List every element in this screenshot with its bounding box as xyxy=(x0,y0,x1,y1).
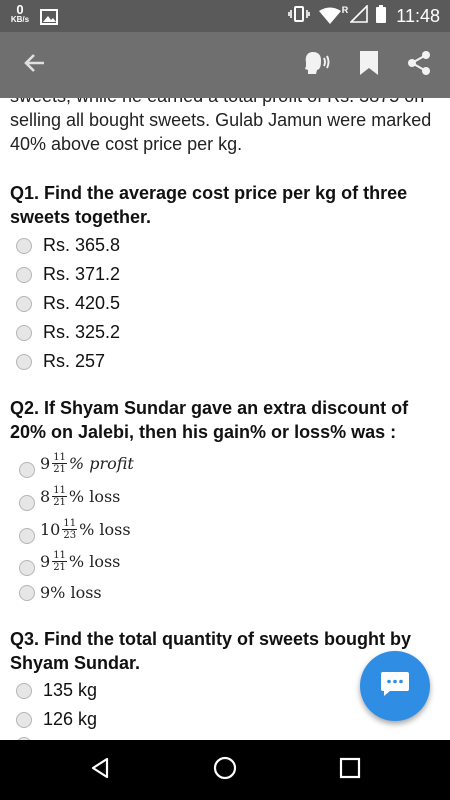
option-label: 126 kg xyxy=(43,709,98,729)
app-bar xyxy=(0,32,450,98)
radio-button[interactable] xyxy=(16,682,32,699)
option-whole: 8 xyxy=(40,486,51,506)
nav-back-icon xyxy=(88,756,112,785)
roaming-label: R xyxy=(341,5,349,15)
option-label: 9 11 21 % loss xyxy=(40,550,120,573)
fraction-denominator: 23 xyxy=(63,529,77,541)
q2-option-5[interactable]: 9% loss xyxy=(19,583,102,602)
radio-button[interactable] xyxy=(16,295,32,312)
fraction-numerator: 11 xyxy=(62,517,78,530)
wifi-icon: R xyxy=(318,5,348,25)
option-label: 10 11 23 % loss xyxy=(40,518,131,541)
q2-option-3[interactable]: 10 11 23 % loss xyxy=(19,514,131,544)
q1-option-3[interactable]: Rs. 420.5 xyxy=(16,293,120,314)
network-speed: 0 KB/s xyxy=(9,3,31,24)
fraction-denominator: 21 xyxy=(53,496,66,508)
fraction-numerator: 11 xyxy=(52,484,67,497)
radio-button[interactable] xyxy=(19,584,35,601)
radio-button[interactable] xyxy=(19,495,35,511)
option-label: Rs. 365.8 xyxy=(43,235,121,255)
option-label: Rs. 371.2 xyxy=(43,264,121,284)
radio-button[interactable] xyxy=(19,528,35,544)
navigation-bar xyxy=(0,740,450,800)
radio-button[interactable] xyxy=(19,560,35,576)
speak-button[interactable] xyxy=(296,32,342,98)
fraction-numerator: 11 xyxy=(52,451,67,464)
option-fraction: 11 21 xyxy=(52,550,67,573)
option-label: Rs. 325.2 xyxy=(43,322,121,342)
clock: 11:48 xyxy=(396,5,440,26)
chat-fab-button[interactable] xyxy=(360,651,430,721)
option-label: Rs. 257 xyxy=(43,351,106,371)
radio-button[interactable] xyxy=(16,237,32,254)
option-label: 135 kg xyxy=(43,680,98,700)
q2-option-4[interactable]: 9 11 21 % loss xyxy=(19,546,120,576)
nav-home-button[interactable] xyxy=(195,740,255,800)
option-label: 9 11 21 % profit xyxy=(40,452,134,475)
option-whole: 10 xyxy=(40,519,61,539)
q1-option-4[interactable]: Rs. 325.2 xyxy=(16,322,120,343)
radio-button[interactable] xyxy=(16,711,32,728)
nav-home-icon xyxy=(212,755,238,786)
radio-button[interactable] xyxy=(16,353,32,370)
nav-back-button[interactable] xyxy=(70,740,130,800)
speak-icon xyxy=(304,50,334,81)
q3-option-1[interactable]: 135 kg xyxy=(16,680,97,701)
option-label: 9% loss xyxy=(40,583,102,602)
status-bar: 0 KB/s R 11:48 xyxy=(0,0,450,32)
option-whole: 9 xyxy=(40,551,51,571)
question-2: Q2. If Shyam Sundar gave an extra discou… xyxy=(10,398,409,442)
q2-option-2[interactable]: 8 11 21 % loss xyxy=(19,481,120,511)
signal-icon xyxy=(349,3,369,28)
q1-option-5[interactable]: Rs. 257 xyxy=(16,351,105,372)
radio-button[interactable] xyxy=(16,266,32,283)
q2-option-1[interactable]: 9 11 21 % profit xyxy=(19,448,134,478)
option-suffix: % loss xyxy=(68,486,121,506)
fraction-denominator: 21 xyxy=(53,561,66,573)
option-suffix: % loss xyxy=(79,519,131,539)
chat-icon xyxy=(380,670,410,703)
back-button[interactable] xyxy=(12,32,58,98)
back-arrow-icon xyxy=(23,51,47,80)
bookmark-button[interactable] xyxy=(346,32,392,98)
option-label: Rs. 420.5 xyxy=(43,293,121,313)
nav-recents-button[interactable] xyxy=(320,740,380,800)
battery-icon xyxy=(376,4,387,28)
option-fraction: 11 21 xyxy=(52,485,67,508)
content-area[interactable]: sweets, while he earned a total profit o… xyxy=(0,98,450,740)
q1-option-1[interactable]: Rs. 365.8 xyxy=(16,235,120,256)
question-1: Q1. Find the average cost price per kg o… xyxy=(10,183,408,227)
intro-paragraph: sweets, while he earned a total profit o… xyxy=(10,98,432,154)
radio-button[interactable] xyxy=(19,462,35,478)
share-button[interactable] xyxy=(396,32,442,98)
option-fraction: 11 23 xyxy=(62,517,78,541)
option-whole: 9 xyxy=(40,453,51,473)
option-suffix: % loss xyxy=(68,551,121,571)
image-icon xyxy=(40,9,58,30)
option-suffix: % profit xyxy=(68,453,134,473)
q3-option-2[interactable]: 126 kg xyxy=(16,709,97,730)
nav-recents-icon xyxy=(339,757,361,784)
fraction-denominator: 21 xyxy=(53,463,66,475)
fraction-numerator: 11 xyxy=(52,549,67,562)
vibrate-icon xyxy=(288,5,311,28)
q1-option-2[interactable]: Rs. 371.2 xyxy=(16,264,120,285)
network-speed-unit: KB/s xyxy=(10,15,30,24)
bookmark-icon xyxy=(358,50,380,81)
share-icon xyxy=(406,50,432,81)
option-label: 8 11 21 % loss xyxy=(40,485,120,508)
radio-button[interactable] xyxy=(16,324,32,341)
option-fraction: 11 21 xyxy=(52,452,67,475)
